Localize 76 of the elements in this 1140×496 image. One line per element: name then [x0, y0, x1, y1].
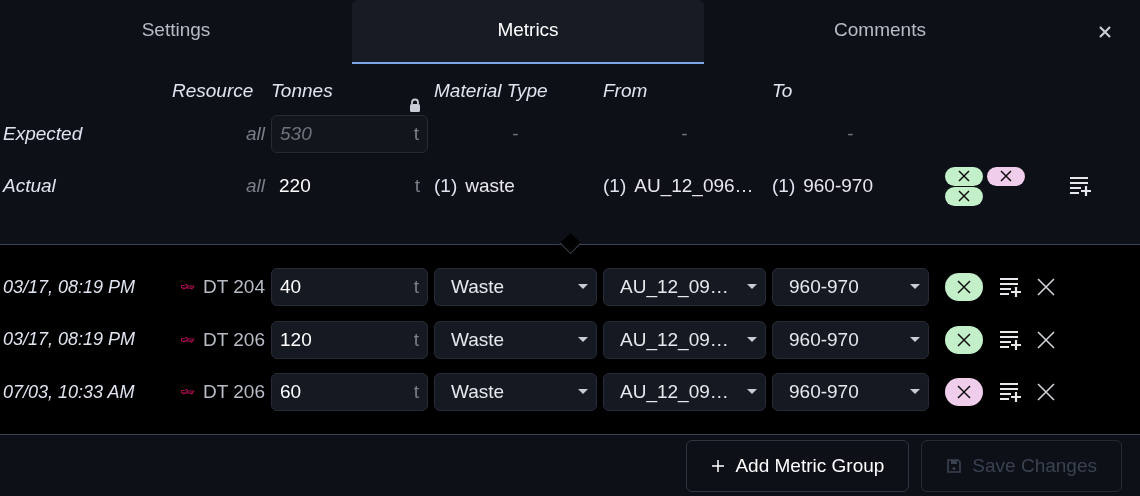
- close-icon: [958, 190, 970, 202]
- caret-icon: [910, 336, 920, 343]
- count-label: (1): [603, 175, 627, 197]
- material-dropdown[interactable]: Waste: [434, 373, 597, 411]
- caret-icon: [747, 336, 757, 343]
- tonnes-field[interactable]: 60 t: [271, 373, 428, 411]
- location-value: AU_12_096…: [634, 175, 754, 197]
- tab[interactable]: Metrics: [352, 0, 704, 64]
- tonnes-field[interactable]: 120 t: [271, 320, 428, 359]
- status-chip[interactable]: [945, 325, 983, 354]
- caret-icon: [578, 389, 588, 395]
- timestamp: 07/03, 10:33 AM: [3, 381, 136, 403]
- empty-value: -: [511, 123, 520, 145]
- status-chip[interactable]: [945, 186, 983, 206]
- close-icon: [957, 332, 971, 347]
- timestamp: 03/17, 08:19 PM: [3, 276, 137, 298]
- range-dropdown[interactable]: 960-970: [772, 268, 929, 306]
- column-header: From: [603, 80, 649, 102]
- status-chip[interactable]: [987, 166, 1025, 186]
- count-label: (1): [434, 175, 458, 197]
- list-add-icon[interactable]: [999, 381, 1021, 403]
- resource-value: all: [245, 123, 265, 145]
- close-icon[interactable]: [1098, 25, 1112, 39]
- tab[interactable]: Comments: [704, 0, 1056, 64]
- close-icon: [958, 170, 970, 182]
- tonnes-field[interactable]: 530 t: [271, 115, 428, 153]
- caret-icon: [578, 336, 588, 343]
- tonnes-field[interactable]: 40 t: [271, 268, 428, 306]
- list-add-icon[interactable]: [1069, 175, 1091, 197]
- caret-icon: [578, 284, 588, 290]
- close-icon: [1000, 170, 1012, 182]
- close-icon[interactable]: [1037, 330, 1055, 349]
- count-label: (1): [772, 175, 796, 197]
- status-chip[interactable]: [945, 378, 983, 406]
- vehicle-label: DT 206: [203, 381, 265, 403]
- caret-icon: [910, 389, 920, 395]
- range-value: 960-970: [803, 175, 873, 197]
- caret-icon: [910, 284, 920, 290]
- empty-value: -: [846, 123, 855, 145]
- status-chip[interactable]: [945, 273, 983, 301]
- tab[interactable]: Settings: [0, 0, 352, 64]
- material-dropdown[interactable]: Waste: [434, 268, 597, 306]
- range-dropdown[interactable]: 960-970: [772, 320, 929, 359]
- timestamp: 03/17, 08:19 PM: [3, 329, 137, 350]
- row-label: Expected: [3, 123, 84, 145]
- resource-value: all: [245, 175, 265, 197]
- close-icon[interactable]: [1037, 278, 1055, 296]
- truck-icon: [181, 386, 196, 398]
- unit-label: t: [414, 175, 420, 197]
- add-button[interactable]: Add Metric Group: [686, 439, 910, 492]
- material-dropdown[interactable]: Waste: [434, 320, 597, 359]
- close-icon: [957, 385, 971, 399]
- location-dropdown[interactable]: AU_12_09…: [603, 373, 766, 411]
- vehicle-label: DT 206: [203, 328, 265, 351]
- column-header: Material Type: [434, 80, 549, 102]
- list-add-icon[interactable]: [999, 276, 1021, 298]
- row-label: Actual: [3, 175, 57, 197]
- empty-value: -: [680, 123, 689, 145]
- location-dropdown[interactable]: AU_12_09…: [603, 268, 766, 306]
- location-dropdown[interactable]: AU_12_09…: [603, 320, 766, 359]
- column-header: Tonnes: [271, 80, 334, 102]
- status-chip[interactable]: [945, 166, 983, 186]
- plus-icon: [711, 458, 726, 473]
- vehicle-label: DT 204: [203, 276, 265, 298]
- close-icon[interactable]: [1037, 383, 1055, 401]
- close-icon: [957, 280, 971, 294]
- list-add-icon[interactable]: [999, 328, 1021, 351]
- tonnes-value: 220: [279, 175, 311, 197]
- column-header: Resource: [171, 80, 255, 102]
- truck-icon: [181, 281, 196, 293]
- caret-icon: [747, 284, 757, 290]
- range-dropdown[interactable]: 960-970: [772, 373, 929, 411]
- material-value: waste: [465, 175, 515, 197]
- save-icon: [946, 457, 963, 474]
- caret-icon: [747, 389, 757, 395]
- column-header: To: [772, 80, 794, 102]
